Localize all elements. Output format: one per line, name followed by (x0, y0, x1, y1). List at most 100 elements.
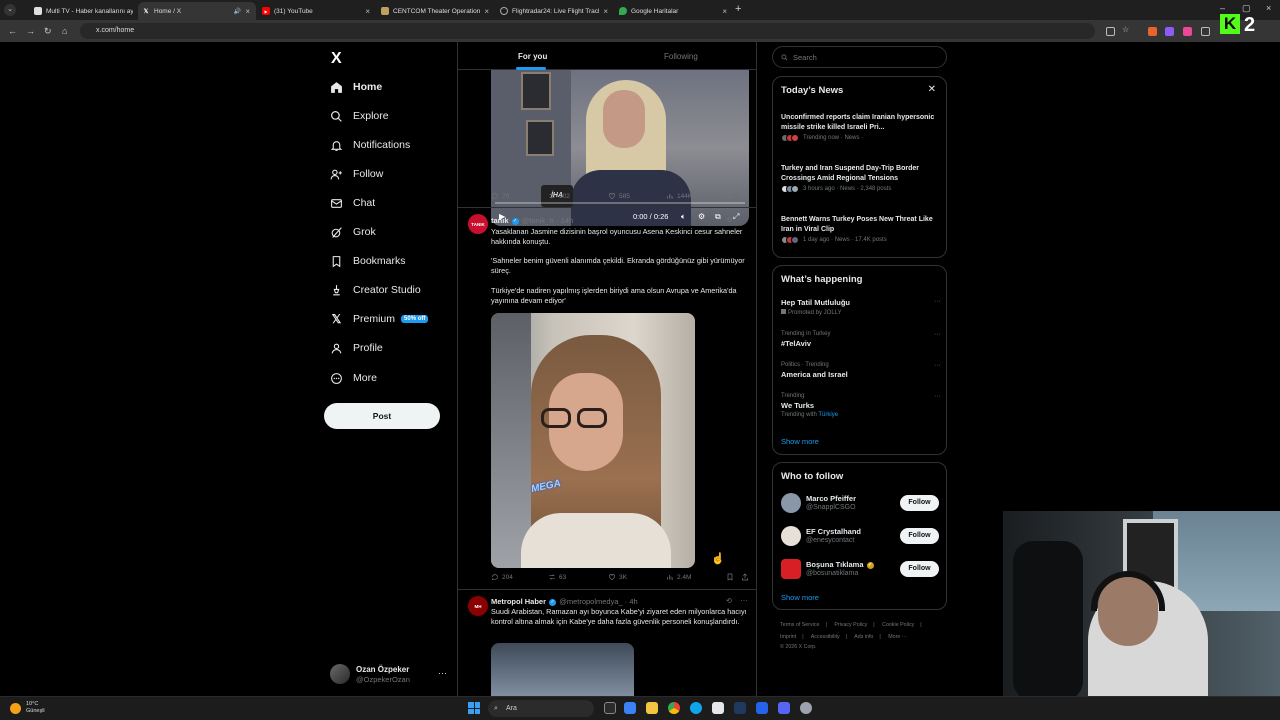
close-icon[interactable]: × (245, 7, 250, 16)
footer-link-more[interactable]: More ··· (888, 634, 907, 640)
extension-icon[interactable] (1183, 27, 1192, 36)
close-icon[interactable]: × (722, 7, 727, 16)
browser-tab-x-home[interactable]: 𝕏 Home / X 🔊 × (138, 2, 256, 20)
home-icon[interactable]: ⌂ (62, 26, 67, 36)
tab-following[interactable]: Following (664, 52, 698, 61)
obs-icon[interactable] (800, 702, 812, 714)
task-view-icon[interactable] (604, 702, 616, 714)
news-item[interactable]: Unconfirmed reports claim Iranian hypers… (781, 113, 941, 142)
tab-search-button[interactable]: ⌄ (4, 4, 16, 16)
trend-item[interactable]: Hep Tatil Mutluluğu Promoted by JOLLY ··… (781, 298, 941, 316)
close-window-button[interactable]: × (1266, 3, 1271, 13)
star-icon[interactable]: ☆ (1122, 25, 1131, 34)
post-video[interactable]: MEGA (491, 313, 695, 568)
more-dots-icon[interactable]: ··· (934, 362, 941, 369)
nav-item-profile[interactable]: Profile (330, 338, 383, 358)
more-dots-icon[interactable]: ··· (438, 668, 447, 678)
browser-tab-flightradar[interactable]: Flightradar24: Live Flight Track × (496, 2, 614, 20)
follow-button[interactable]: Follow (900, 528, 939, 544)
author-handle[interactable]: @metropolmedya_ (559, 597, 622, 606)
speaker-icon[interactable]: 🔊 (234, 8, 241, 15)
close-icon[interactable]: × (365, 7, 370, 16)
reply-button[interactable]: 204 (491, 573, 513, 581)
address-bar[interactable]: x.com/home (80, 23, 1095, 39)
taskbar-search[interactable]: ⌕ Ara (488, 700, 594, 717)
author-handle[interactable]: @tanik_tr (522, 216, 554, 225)
new-tab-button[interactable]: + (735, 3, 741, 15)
grok-icon[interactable]: ⟲ (726, 216, 732, 224)
news-item[interactable]: Bennett Warns Turkey Poses New Threat Li… (781, 215, 941, 244)
views-button[interactable]: 144K (666, 192, 692, 200)
settings-icon[interactable]: ⚙ (698, 212, 705, 221)
trend-item[interactable]: Trending We Turks Trending with Türkiye … (781, 393, 941, 418)
follow-suggestion[interactable]: Boşuna Tıklama ✓ @bosunatiklama Follow (781, 557, 941, 581)
search-input[interactable] (793, 52, 933, 62)
follow-suggestion[interactable]: Marco Pfeiffer @SnapplCSGO Follow (781, 491, 941, 515)
nav-item-creator-studio[interactable]: Creator Studio (330, 280, 421, 300)
bookmark-button[interactable] (726, 573, 734, 581)
browser-tab-multitv[interactable]: Multi TV - Haber kanallarını ay × (30, 2, 148, 20)
follow-button[interactable]: Follow (900, 495, 939, 511)
extension-icon[interactable] (1165, 27, 1174, 36)
more-dots-icon[interactable]: ··· (934, 393, 941, 400)
trend-link[interactable]: Türkiye (818, 412, 838, 418)
bookmark-button[interactable] (726, 192, 734, 200)
close-icon[interactable]: × (484, 7, 489, 16)
more-dots-icon[interactable]: ··· (740, 215, 748, 224)
repost-button[interactable]: 63 (548, 573, 566, 581)
search-field[interactable] (772, 46, 947, 68)
x-logo-icon[interactable]: X (331, 50, 342, 68)
show-more-link[interactable]: Show more (781, 437, 819, 446)
account-switcher[interactable]: Ozan Özpeker @OzpekerOzan ··· (330, 662, 450, 686)
reload-icon[interactable]: ↻ (44, 26, 52, 37)
avatar[interactable]: TANIK (468, 214, 488, 234)
post-image[interactable] (491, 643, 634, 696)
avatar[interactable]: MH (468, 596, 488, 616)
footer-link-imprint[interactable]: Imprint (780, 634, 796, 640)
app-icon[interactable] (756, 702, 768, 714)
browser-tab-centcom[interactable]: CENTCOM Theater Operations × (377, 2, 495, 20)
nav-item-more[interactable]: More (330, 368, 377, 388)
footer-link-cookies[interactable]: Cookie Policy (882, 622, 914, 628)
news-item[interactable]: Turkey and Iran Suspend Day-Trip Border … (781, 164, 941, 193)
follow-suggestion[interactable]: EF Crystalhand @enesycontact Follow (781, 524, 941, 548)
fullscreen-icon[interactable]: ⤢ (733, 212, 739, 222)
copilot-icon[interactable] (624, 702, 636, 714)
like-button[interactable]: 3K (608, 573, 627, 581)
author-name[interactable]: Metropol Haber (491, 597, 546, 606)
pip-icon[interactable]: ⧉ (715, 212, 721, 222)
footer-link-ads[interactable]: Ads info (854, 634, 873, 640)
more-dots-icon[interactable]: ··· (740, 596, 748, 605)
author-name[interactable]: tanık (491, 216, 509, 225)
windows-start-icon[interactable] (468, 702, 480, 714)
post-time[interactable]: 14h (561, 216, 574, 225)
grok-icon[interactable]: ⟲ (726, 597, 732, 605)
nav-item-follow[interactable]: Follow (330, 164, 383, 184)
nav-item-grok[interactable]: Grok (330, 222, 376, 242)
cast-icon[interactable] (1106, 27, 1115, 36)
trend-item[interactable]: Trending in Turkey #TelAviv ··· (781, 331, 941, 348)
close-icon[interactable]: × (603, 7, 608, 16)
nav-item-notifications[interactable]: Notifications (330, 135, 410, 155)
share-button[interactable] (741, 192, 749, 200)
nav-item-bookmarks[interactable]: Bookmarks (330, 251, 406, 271)
nav-item-chat[interactable]: Chat (330, 193, 375, 213)
repost-button[interactable]: 102 (548, 192, 570, 200)
browser-tab-youtube[interactable]: ▶ (31) YouTube × (258, 2, 376, 20)
more-dots-icon[interactable]: ··· (934, 331, 941, 338)
show-more-link[interactable]: Show more (781, 593, 819, 602)
tab-for-you[interactable]: For you (518, 52, 547, 61)
reply-button[interactable]: 70 (491, 192, 509, 200)
footer-link-privacy[interactable]: Privacy Policy (834, 622, 867, 628)
store-icon[interactable] (712, 702, 724, 714)
nav-item-premium[interactable]: 𝕏 Premium 50% off (330, 309, 429, 329)
browser-tab-maps[interactable]: Google Haritalar × (615, 2, 733, 20)
nav-item-explore[interactable]: Explore (330, 106, 389, 126)
forward-icon[interactable]: → (26, 26, 35, 36)
file-explorer-icon[interactable] (646, 702, 658, 714)
extension-icon[interactable] (1148, 27, 1157, 36)
footer-link-accessibility[interactable]: Accessibility (811, 634, 840, 640)
footer-link-terms[interactable]: Terms of Service (780, 622, 819, 628)
discord-icon[interactable] (778, 702, 790, 714)
chrome-icon[interactable] (668, 702, 680, 714)
